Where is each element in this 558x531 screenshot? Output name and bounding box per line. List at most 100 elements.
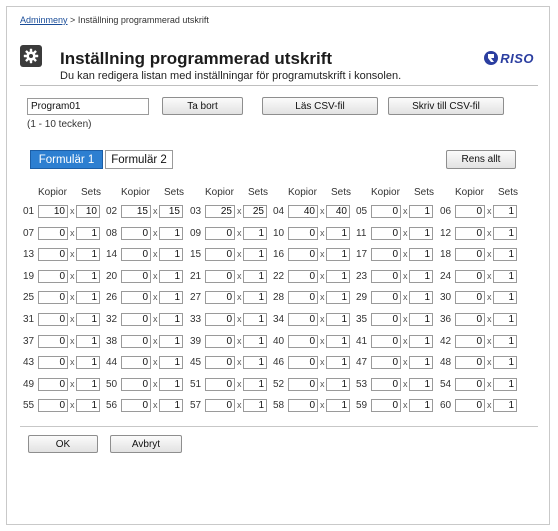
sets-input[interactable]: 1 (76, 291, 100, 304)
copies-input[interactable]: 0 (121, 313, 151, 326)
sets-input[interactable]: 1 (326, 291, 350, 304)
sets-input[interactable]: 1 (326, 270, 350, 283)
copies-input[interactable]: 0 (38, 356, 68, 369)
copies-input[interactable]: 0 (205, 313, 235, 326)
sets-input[interactable]: 40 (326, 205, 350, 218)
copies-input[interactable]: 0 (205, 248, 235, 261)
copies-input[interactable]: 0 (371, 248, 401, 261)
sets-input[interactable]: 1 (76, 399, 100, 412)
copies-input[interactable]: 0 (121, 291, 151, 304)
copies-input[interactable]: 0 (205, 270, 235, 283)
copies-input[interactable]: 0 (38, 227, 68, 240)
sets-input[interactable]: 1 (243, 270, 267, 283)
tab-form-2[interactable]: Formulär 2 (105, 150, 173, 169)
sets-input[interactable]: 1 (493, 291, 517, 304)
sets-input[interactable]: 1 (326, 313, 350, 326)
sets-input[interactable]: 1 (326, 227, 350, 240)
sets-input[interactable]: 1 (159, 291, 183, 304)
copies-input[interactable]: 0 (38, 270, 68, 283)
copies-input[interactable]: 0 (455, 356, 485, 369)
sets-input[interactable]: 1 (493, 227, 517, 240)
sets-input[interactable]: 1 (243, 313, 267, 326)
sets-input[interactable]: 1 (493, 313, 517, 326)
copies-input[interactable]: 0 (371, 270, 401, 283)
copies-input[interactable]: 0 (455, 227, 485, 240)
sets-input[interactable]: 1 (409, 356, 433, 369)
sets-input[interactable]: 15 (159, 205, 183, 218)
delete-button[interactable]: Ta bort (162, 97, 243, 115)
copies-input[interactable]: 0 (455, 291, 485, 304)
copies-input[interactable]: 15 (121, 205, 151, 218)
sets-input[interactable]: 1 (243, 356, 267, 369)
cancel-button[interactable]: Avbryt (110, 435, 182, 453)
copies-input[interactable]: 0 (38, 291, 68, 304)
tab-form-1[interactable]: Formulär 1 (30, 150, 103, 169)
copies-input[interactable]: 0 (205, 291, 235, 304)
sets-input[interactable]: 1 (409, 270, 433, 283)
copies-input[interactable]: 0 (371, 205, 401, 218)
copies-input[interactable]: 0 (455, 378, 485, 391)
write-csv-button[interactable]: Skriv till CSV-fil (388, 97, 504, 115)
copies-input[interactable]: 0 (121, 248, 151, 261)
sets-input[interactable]: 1 (159, 378, 183, 391)
sets-input[interactable]: 1 (243, 227, 267, 240)
sets-input[interactable]: 1 (409, 335, 433, 348)
copies-input[interactable]: 0 (38, 313, 68, 326)
sets-input[interactable]: 1 (409, 248, 433, 261)
sets-input[interactable]: 1 (159, 335, 183, 348)
sets-input[interactable]: 1 (326, 399, 350, 412)
sets-input[interactable]: 1 (493, 356, 517, 369)
sets-input[interactable]: 25 (243, 205, 267, 218)
sets-input[interactable]: 1 (493, 335, 517, 348)
copies-input[interactable]: 0 (205, 356, 235, 369)
sets-input[interactable]: 1 (76, 313, 100, 326)
sets-input[interactable]: 1 (326, 356, 350, 369)
sets-input[interactable]: 1 (243, 291, 267, 304)
copies-input[interactable]: 0 (121, 356, 151, 369)
sets-input[interactable]: 1 (493, 248, 517, 261)
copies-input[interactable]: 0 (288, 227, 318, 240)
copies-input[interactable]: 40 (288, 205, 318, 218)
copies-input[interactable]: 0 (455, 248, 485, 261)
sets-input[interactable]: 1 (76, 270, 100, 283)
copies-input[interactable]: 0 (121, 335, 151, 348)
copies-input[interactable]: 0 (371, 227, 401, 240)
copies-input[interactable]: 0 (121, 227, 151, 240)
copies-input[interactable]: 0 (38, 335, 68, 348)
read-csv-button[interactable]: Läs CSV-fil (262, 97, 378, 115)
copies-input[interactable]: 0 (288, 378, 318, 391)
sets-input[interactable]: 1 (409, 227, 433, 240)
copies-input[interactable]: 0 (455, 335, 485, 348)
sets-input[interactable]: 1 (493, 205, 517, 218)
copies-input[interactable]: 0 (455, 313, 485, 326)
ok-button[interactable]: OK (28, 435, 98, 453)
copies-input[interactable]: 0 (371, 335, 401, 348)
copies-input[interactable]: 0 (371, 399, 401, 412)
copies-input[interactable]: 0 (121, 399, 151, 412)
copies-input[interactable]: 0 (205, 227, 235, 240)
sets-input[interactable]: 1 (159, 313, 183, 326)
copies-input[interactable]: 0 (371, 378, 401, 391)
breadcrumb-admin-menu-link[interactable]: Adminmeny (20, 15, 68, 25)
copies-input[interactable]: 0 (288, 356, 318, 369)
sets-input[interactable]: 1 (409, 399, 433, 412)
sets-input[interactable]: 1 (159, 270, 183, 283)
sets-input[interactable]: 1 (159, 248, 183, 261)
sets-input[interactable]: 1 (409, 313, 433, 326)
copies-input[interactable]: 0 (371, 356, 401, 369)
sets-input[interactable]: 1 (76, 248, 100, 261)
sets-input[interactable]: 1 (326, 378, 350, 391)
copies-input[interactable]: 0 (205, 335, 235, 348)
copies-input[interactable]: 0 (371, 313, 401, 326)
copies-input[interactable]: 0 (121, 378, 151, 391)
copies-input[interactable]: 0 (455, 399, 485, 412)
sets-input[interactable]: 1 (326, 335, 350, 348)
copies-input[interactable]: 0 (288, 291, 318, 304)
sets-input[interactable]: 1 (159, 399, 183, 412)
copies-input[interactable]: 0 (455, 205, 485, 218)
sets-input[interactable]: 10 (76, 205, 100, 218)
copies-input[interactable]: 0 (288, 270, 318, 283)
sets-input[interactable]: 1 (243, 378, 267, 391)
copies-input[interactable]: 0 (205, 378, 235, 391)
copies-input[interactable]: 0 (205, 399, 235, 412)
